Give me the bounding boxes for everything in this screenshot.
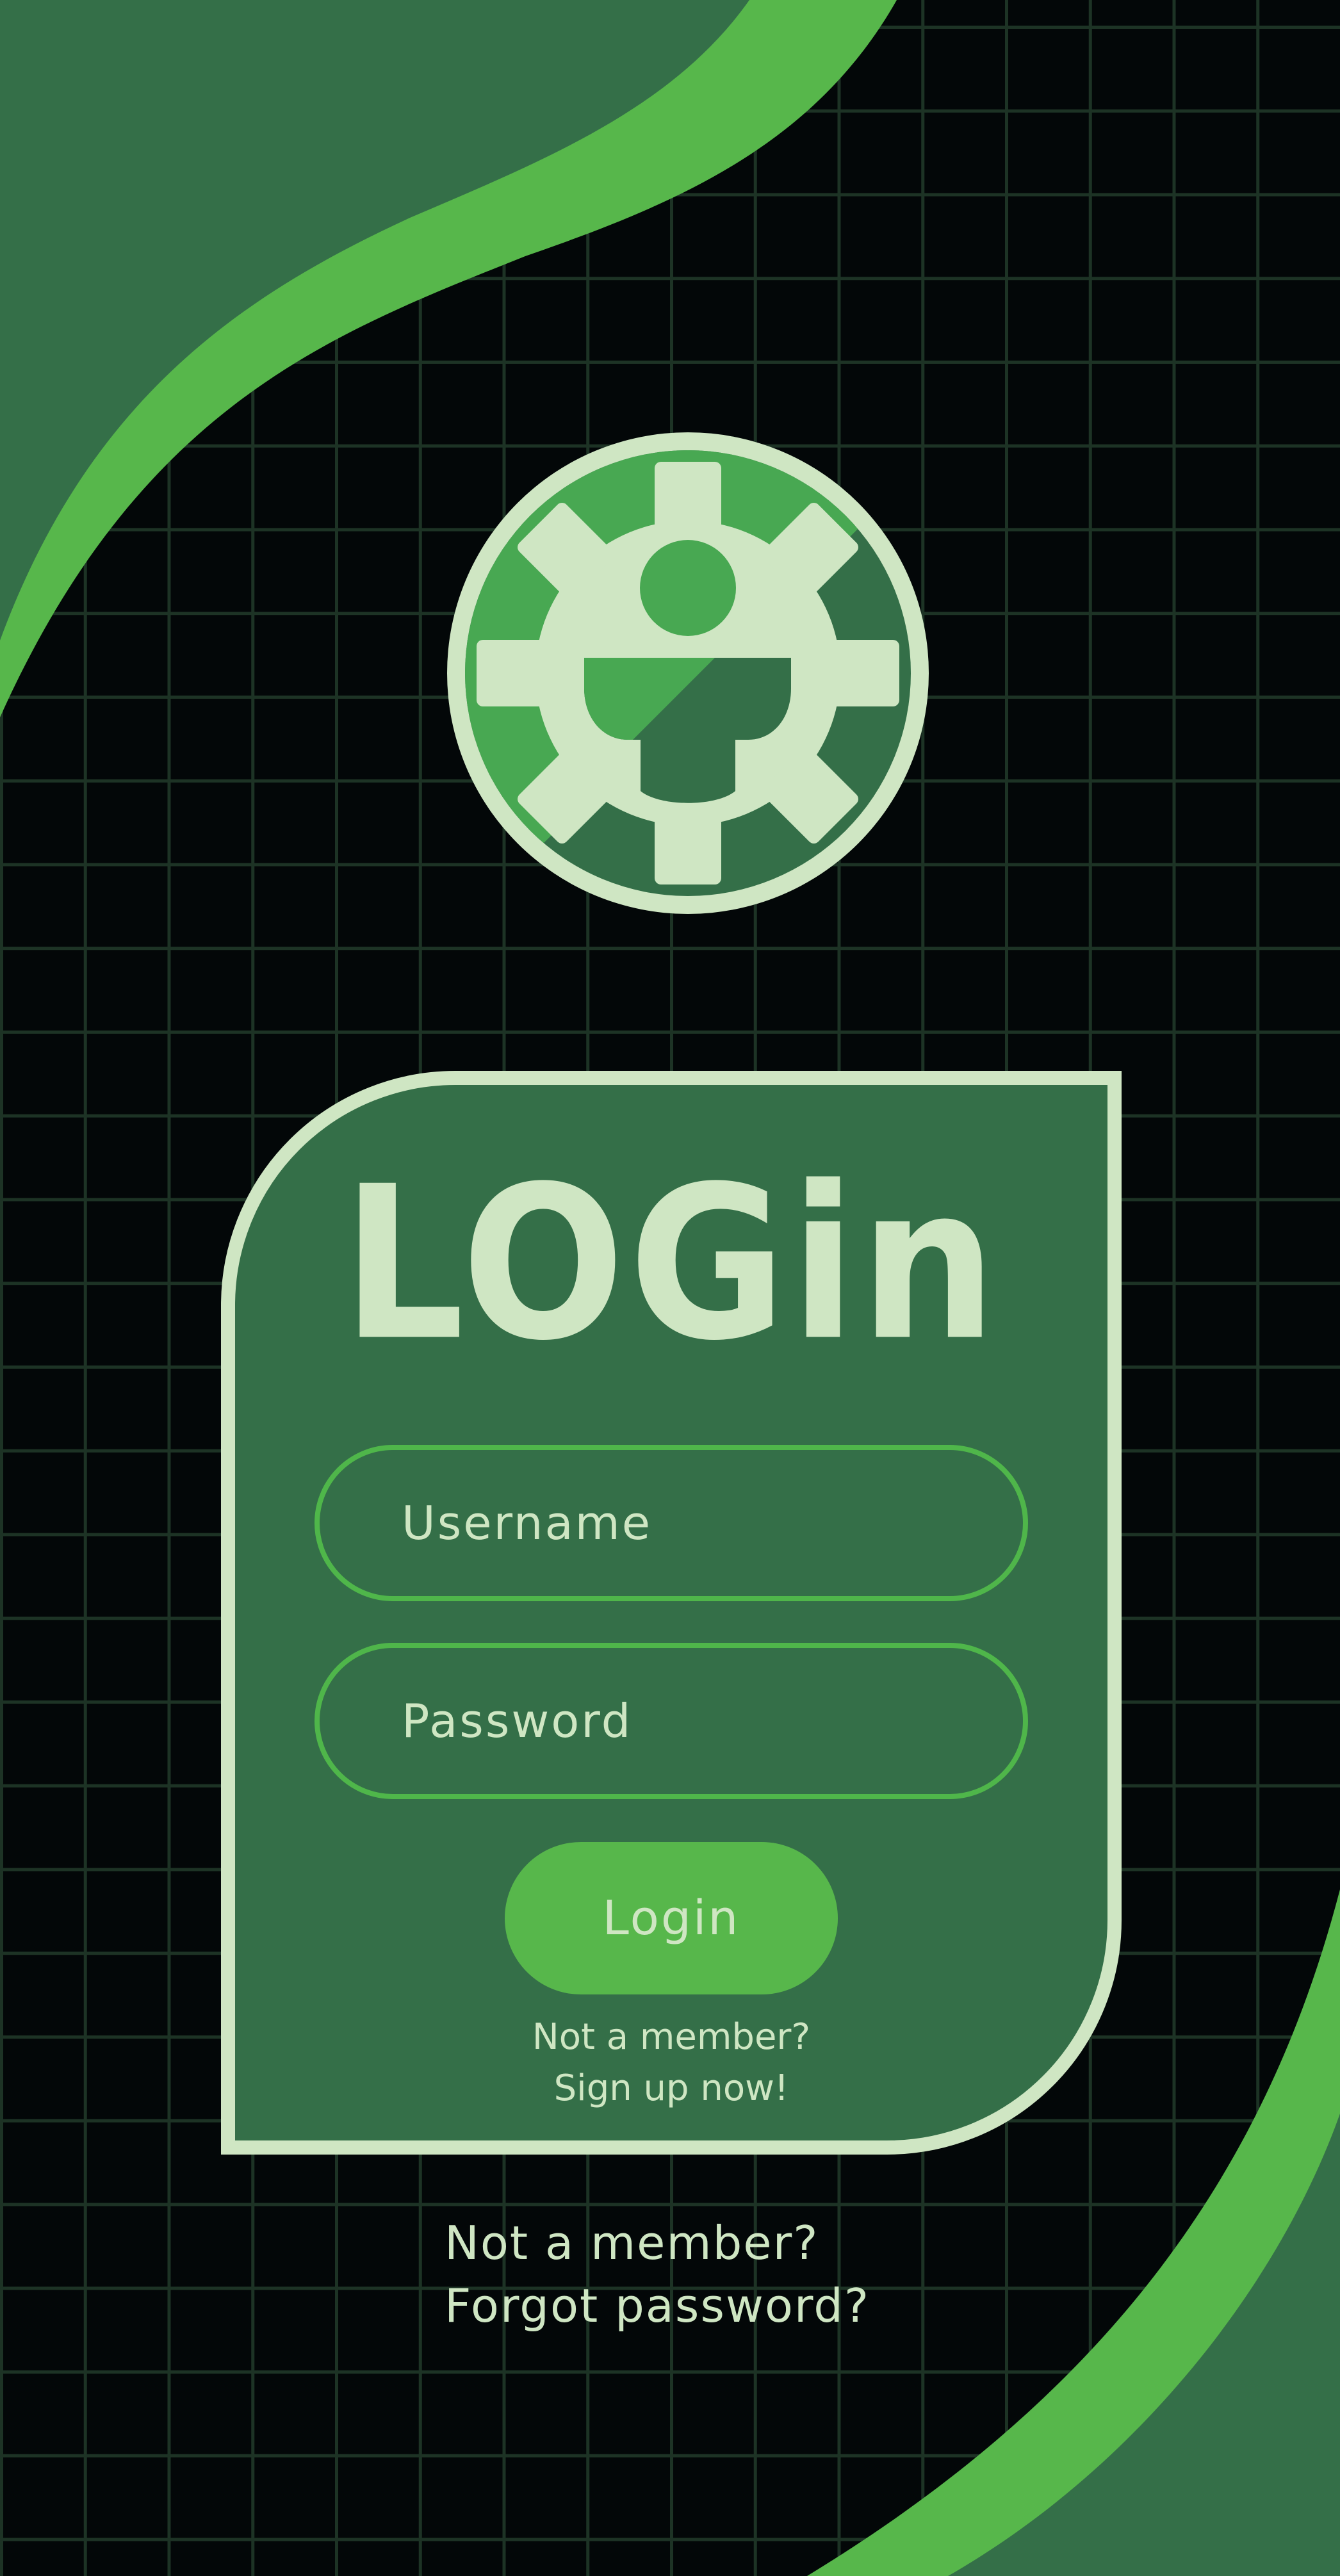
gear-person-icon bbox=[447, 432, 929, 914]
not-a-member-link[interactable]: Not a member? bbox=[445, 2214, 819, 2272]
login-card: LOGin Login Not a member? Sign up now! bbox=[221, 1071, 1122, 2155]
login-button[interactable]: Login bbox=[505, 1842, 838, 1994]
signup-prompt: Not a member? bbox=[532, 2016, 811, 2058]
password-field-container bbox=[315, 1643, 1028, 1799]
username-input[interactable] bbox=[320, 1450, 1023, 1596]
login-title: LOGin bbox=[341, 1141, 1001, 1387]
username-field-container bbox=[315, 1445, 1028, 1601]
login-screen: LOGin Login Not a member? Sign up now! N… bbox=[0, 0, 1340, 2576]
password-input[interactable] bbox=[320, 1648, 1023, 1794]
signup-link[interactable]: Sign up now! bbox=[235, 2066, 1107, 2111]
forgot-password-link[interactable]: Forgot password? bbox=[445, 2277, 870, 2335]
